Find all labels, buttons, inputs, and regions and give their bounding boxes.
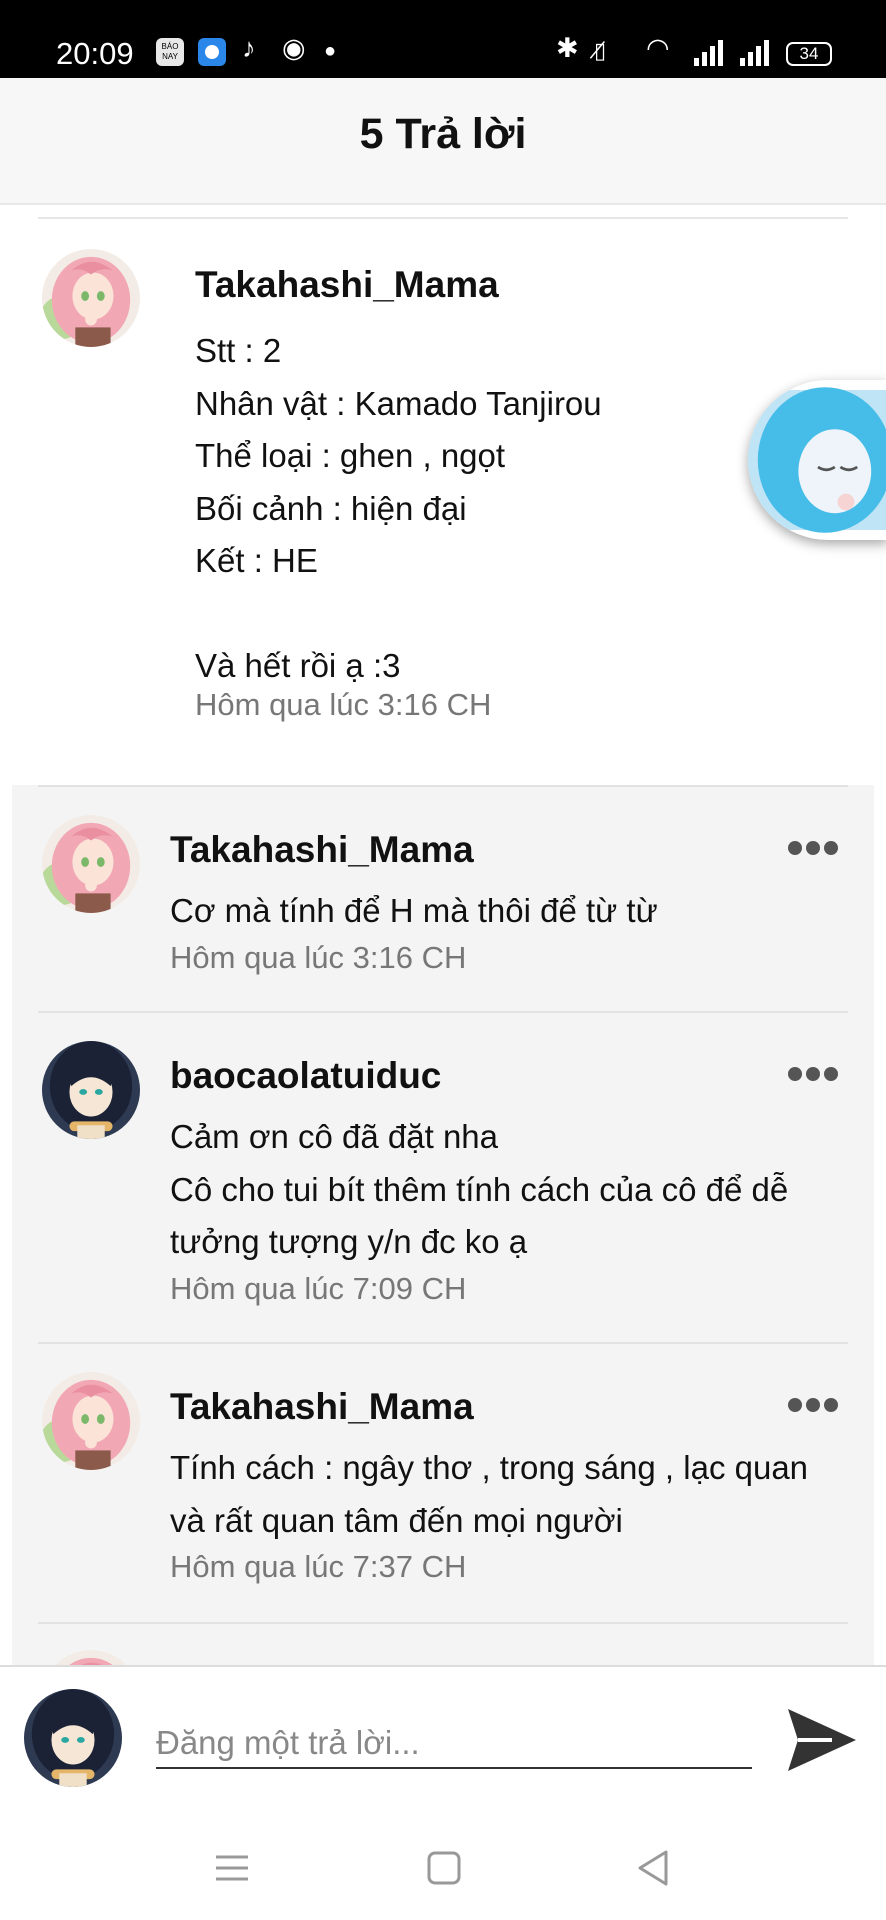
header: 5 Trả lời bbox=[0, 78, 886, 205]
avatar[interactable] bbox=[42, 1372, 140, 1470]
vibrate-icon: ▯̸ bbox=[594, 38, 607, 63]
comment-line: Thể loại : ghen , ngọt bbox=[195, 437, 506, 474]
comment-line: Và hết rồi ạ :3 bbox=[195, 647, 401, 684]
menu-icon[interactable] bbox=[212, 1848, 252, 1888]
more-options-icon[interactable] bbox=[788, 841, 844, 861]
comment-line: Stt : 2 bbox=[195, 332, 282, 369]
battery-icon: 34 bbox=[786, 42, 832, 66]
pink-hair-avatar-icon bbox=[42, 1650, 140, 1665]
reply-list: Takahashi_Mama Cơ mà tính để H mà thôi đ… bbox=[12, 785, 874, 1665]
reply-line: và rất quan tâm đến mọi người bbox=[170, 1501, 623, 1539]
reply-timestamp: Hôm qua lúc 7:09 CH bbox=[170, 1271, 467, 1306]
reply-input[interactable] bbox=[156, 1719, 752, 1769]
comment-timestamp: Hôm qua lúc 3:16 CH bbox=[195, 687, 492, 722]
comment-body: Stt : 2 Nhân vật : Kamado Tanjirou Thể l… bbox=[195, 325, 602, 693]
comment-line: Bối cảnh : hiện đại bbox=[195, 489, 467, 527]
reply-line: Cơ mà tính để H mà thôi để từ từ bbox=[170, 892, 658, 929]
tiktok-icon: ♪ bbox=[242, 33, 256, 63]
divider bbox=[38, 785, 848, 787]
system-nav-bar bbox=[0, 1812, 886, 1920]
reply-line: tưởng tượng y/n đc ko ạ bbox=[170, 1223, 528, 1260]
dark-hair-avatar-icon bbox=[42, 1041, 140, 1139]
pink-hair-avatar-icon bbox=[42, 249, 140, 347]
send-icon[interactable] bbox=[786, 1707, 858, 1773]
pink-hair-avatar-icon bbox=[42, 815, 140, 913]
avatar[interactable] bbox=[42, 815, 140, 913]
pink-hair-avatar-icon bbox=[42, 1372, 140, 1470]
divider bbox=[38, 1622, 848, 1624]
page-title: 5 Trả lời bbox=[359, 110, 527, 158]
dot-icon: ● bbox=[324, 40, 337, 62]
main-comment: Takahashi_Mama Stt : 2 Nhân vật : Kamado… bbox=[0, 207, 886, 785]
bao-nay-icon: BÁO NAY bbox=[156, 38, 184, 66]
wifi-icon: ◠ bbox=[646, 33, 670, 63]
reply-text: Cơ mà tính để H mà thôi để từ từ bbox=[170, 885, 860, 938]
reply-item: Takahashi_Mama Cơ mà tính để H mà thôi đ… bbox=[12, 785, 874, 1011]
current-user-avatar bbox=[24, 1689, 122, 1787]
reply-item: baocaolatuiduc Cảm ơn cô đã đặt nha Cô c… bbox=[12, 1011, 874, 1342]
comment-line: Kết : HE bbox=[195, 542, 318, 579]
reply-timestamp: Hôm qua lúc 3:16 CH bbox=[170, 940, 467, 975]
dark-hair-avatar-icon bbox=[24, 1689, 122, 1787]
avatar[interactable] bbox=[42, 1041, 140, 1139]
bluetooth-icon: ✱ bbox=[556, 33, 579, 63]
comment-line: Nhân vật : Kamado Tanjirou bbox=[195, 384, 602, 422]
avatar[interactable] bbox=[42, 249, 140, 347]
status-bar: 20:09 BÁO NAY ♪ ◉ ● ✱ ▯̸ ◠ 34 bbox=[0, 0, 886, 78]
divider bbox=[38, 1342, 848, 1344]
more-options-icon[interactable] bbox=[788, 1067, 844, 1087]
home-icon[interactable] bbox=[424, 1848, 464, 1888]
reply-item bbox=[12, 1622, 874, 1665]
reply-item: Takahashi_Mama Tính cách : ngây thơ , tr… bbox=[12, 1342, 874, 1622]
comment-line bbox=[195, 588, 602, 641]
reply-text: Cảm ơn cô đã đặt nha Cô cho tui bít thêm… bbox=[170, 1111, 860, 1269]
reply-author[interactable]: Takahashi_Mama bbox=[170, 829, 474, 871]
reply-timestamp: Hôm qua lúc 7:37 CH bbox=[170, 1549, 467, 1584]
more-options-icon[interactable] bbox=[788, 1398, 844, 1418]
messenger-icon: ◉ bbox=[282, 33, 306, 63]
back-icon[interactable] bbox=[634, 1848, 674, 1888]
comment-author[interactable]: Takahashi_Mama bbox=[195, 264, 499, 306]
signal-icon bbox=[740, 40, 772, 68]
signal-icon bbox=[694, 40, 726, 68]
browser-icon bbox=[198, 38, 226, 66]
reply-author[interactable]: Takahashi_Mama bbox=[170, 1386, 474, 1428]
avatar[interactable] bbox=[42, 1650, 140, 1665]
reply-composer bbox=[0, 1665, 886, 1812]
reply-author[interactable]: baocaolatuiduc bbox=[170, 1055, 441, 1097]
divider bbox=[38, 217, 848, 219]
divider bbox=[38, 1011, 848, 1013]
reply-line: Cô cho tui bít thêm tính cách của cô để … bbox=[170, 1170, 789, 1208]
reply-line: Tính cách : ngây thơ , trong sáng , lạc … bbox=[170, 1449, 809, 1486]
status-time: 20:09 bbox=[56, 36, 134, 71]
reply-line: Cảm ơn cô đã đặt nha bbox=[170, 1118, 499, 1155]
reply-text: Tính cách : ngây thơ , trong sáng , lạc … bbox=[170, 1442, 860, 1547]
